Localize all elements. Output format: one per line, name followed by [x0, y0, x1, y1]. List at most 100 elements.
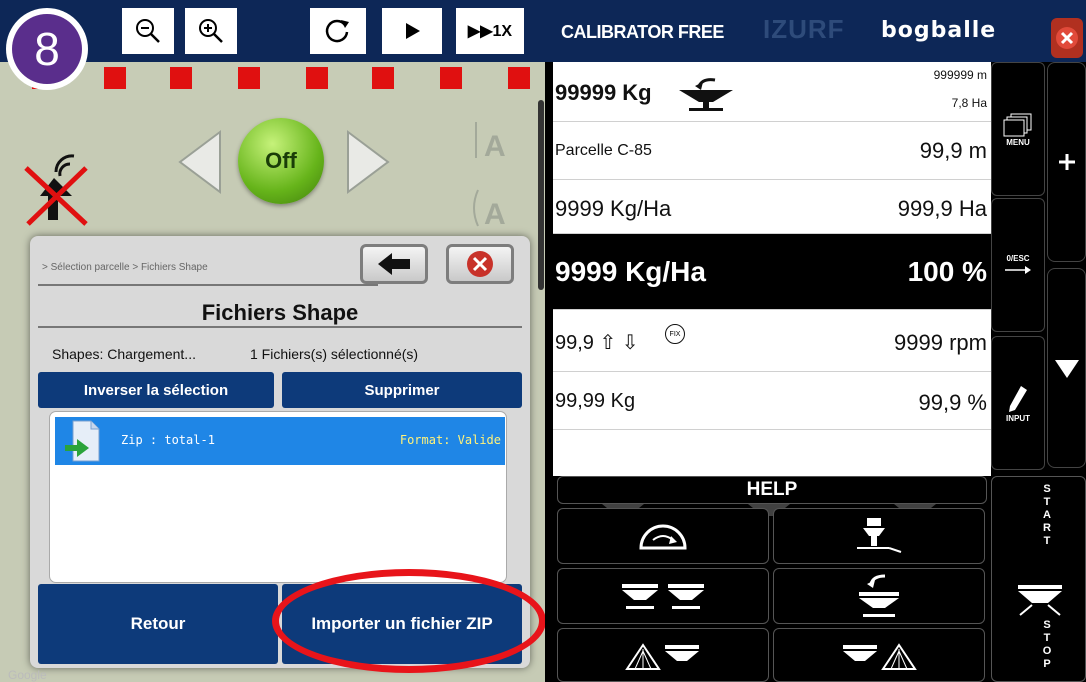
curve-line-icon[interactable]: A [468, 186, 514, 232]
file-import-icon [65, 420, 100, 462]
previous-arrow-icon[interactable] [178, 130, 222, 194]
flow-value: 99,99 Kg [555, 390, 636, 412]
refresh-icon [325, 19, 349, 43]
input-button[interactable]: INPUT [991, 336, 1045, 470]
step-number: 8 [12, 14, 82, 84]
calibrator-panel: CALIBRATOR FREE IZURF bogballe 99999 Kg … [545, 0, 1086, 682]
next-arrow-icon[interactable] [346, 130, 390, 194]
fix-badge: FIX [665, 324, 685, 344]
map-view[interactable]: ▶▶1X 8 Off A A > Sélection parcelle > Fi… [0, 0, 545, 682]
calibrator-titlebar: CALIBRATOR FREE IZURF bogballe [545, 0, 1086, 62]
close-app-button[interactable] [1051, 18, 1083, 58]
divider [38, 284, 378, 286]
menu-button[interactable]: MENU [991, 62, 1045, 196]
svg-text:A: A [484, 198, 506, 231]
refresh-button[interactable] [308, 6, 368, 56]
import-zip-label: Importer un fichier ZIP [311, 614, 493, 633]
red-marker [238, 67, 260, 89]
plus-button[interactable] [1047, 62, 1086, 262]
start-label: S T A R T [1043, 483, 1051, 547]
adjust-row: 99,9 ⇧ ⇩ FIX 9999 rpm [553, 310, 991, 372]
ab-line-icon[interactable]: A [468, 118, 514, 164]
red-marker [508, 67, 530, 89]
red-marker [170, 67, 192, 89]
start-stop-button[interactable]: S T A R T S T O P [991, 476, 1086, 682]
flow-row: 99,99 Kg 99,9 % [553, 372, 991, 430]
spreader-icon [1018, 585, 1062, 616]
target-rate: 9999 Kg/Ha [555, 196, 672, 221]
list-item[interactable]: Zip : total-1 Format: Valide [55, 417, 505, 465]
plus-icon [1058, 154, 1075, 170]
back-button[interactable]: Retour [38, 584, 278, 664]
close-dialog-button[interactable] [446, 244, 514, 284]
red-marker [306, 67, 328, 89]
brand-logo: bogballe [881, 18, 997, 43]
esc-button[interactable]: 0/ESC [991, 198, 1045, 332]
spreader-height-icon [857, 518, 902, 553]
field-row: Parcelle C-85 99,9 m [553, 122, 991, 180]
import-zip-button[interactable]: Importer un fichier ZIP [282, 584, 522, 664]
off-label: Off [265, 148, 297, 173]
zoom-out-button[interactable] [120, 6, 176, 56]
play-button[interactable] [380, 6, 444, 56]
area-total: 7,8 Ha [951, 96, 987, 110]
file-list[interactable]: Zip : total-1 Format: Valide [50, 412, 506, 582]
border-right-icon [843, 643, 917, 670]
input-label: INPUT [1006, 413, 1030, 423]
back-arrow-button[interactable] [360, 244, 428, 284]
google-logo: Google [8, 668, 47, 682]
red-marker [372, 67, 394, 89]
dual-spreader-button[interactable] [557, 568, 769, 624]
border-left-button[interactable] [557, 628, 769, 682]
back-arrow-icon [378, 253, 410, 275]
back-label: Retour [130, 614, 186, 633]
zoom-out-icon [136, 19, 160, 43]
area-value: 999,9 Ha [897, 196, 987, 221]
speed-label: ▶▶1X [467, 23, 513, 40]
invert-selection-button[interactable]: Inverser la sélection [38, 372, 274, 408]
stop-label: S T O P [1042, 619, 1052, 670]
adjust-value: 99,9 ⇧ ⇩ [555, 332, 639, 354]
menu-label: MENU [1006, 137, 1030, 147]
map-scrollbar[interactable] [538, 100, 544, 290]
arrow-right-icon [1005, 265, 1031, 274]
hopper-icon [679, 78, 733, 111]
off-toggle-button[interactable]: Off [238, 118, 324, 204]
fill-hopper-button[interactable] [773, 568, 985, 624]
working-width: 99,9 m [919, 138, 987, 163]
minus-button[interactable] [1047, 268, 1086, 468]
fill-hopper-icon [859, 574, 899, 617]
border-right-button[interactable] [773, 628, 985, 682]
dial-button[interactable] [557, 508, 769, 564]
invert-selection-label: Inverser la sélection [83, 381, 229, 399]
close-icon [1056, 27, 1078, 49]
speed-button[interactable]: ▶▶1X [454, 6, 526, 56]
down-triangle-icon [1054, 360, 1079, 378]
data-panel: 99999 Kg 999999 m 7,8 Ha Parcelle C-85 9… [553, 62, 991, 516]
distance-total: 999999 m [933, 68, 987, 82]
spreader-height-button[interactable] [773, 508, 985, 564]
flow-percent: 99,9 % [918, 390, 988, 415]
svg-text:A: A [484, 130, 506, 163]
zoom-in-button[interactable] [183, 6, 239, 56]
weight-row: 99999 Kg 999999 m 7,8 Ha [553, 62, 991, 122]
step-badge: 8 [6, 8, 88, 90]
actual-rate: 9999 Kg/Ha [555, 256, 706, 287]
file-format: Format: Valide [399, 433, 501, 447]
dual-spreader-icon [622, 584, 704, 609]
watermark-logo: IZURF [763, 14, 845, 44]
play-icon [406, 23, 420, 39]
red-marker [440, 67, 462, 89]
total-weight: 99999 Kg [555, 80, 652, 105]
dial-icon [639, 524, 687, 550]
rate-row: 9999 Kg/Ha 999,9 Ha [553, 180, 991, 234]
actual-rate-row: 9999 Kg/Ha 100 % [553, 234, 991, 310]
satellite-off-icon [24, 154, 88, 226]
pencil-icon [1009, 385, 1027, 412]
help-button[interactable]: HELP [557, 476, 987, 504]
border-left-icon [625, 643, 699, 670]
shape-files-dialog: > Sélection parcelle > Fichiers Shape Fi… [30, 236, 530, 668]
close-icon [467, 251, 493, 277]
delete-button[interactable]: Supprimer [282, 372, 522, 408]
dialog-title: Fichiers Shape [201, 300, 359, 325]
